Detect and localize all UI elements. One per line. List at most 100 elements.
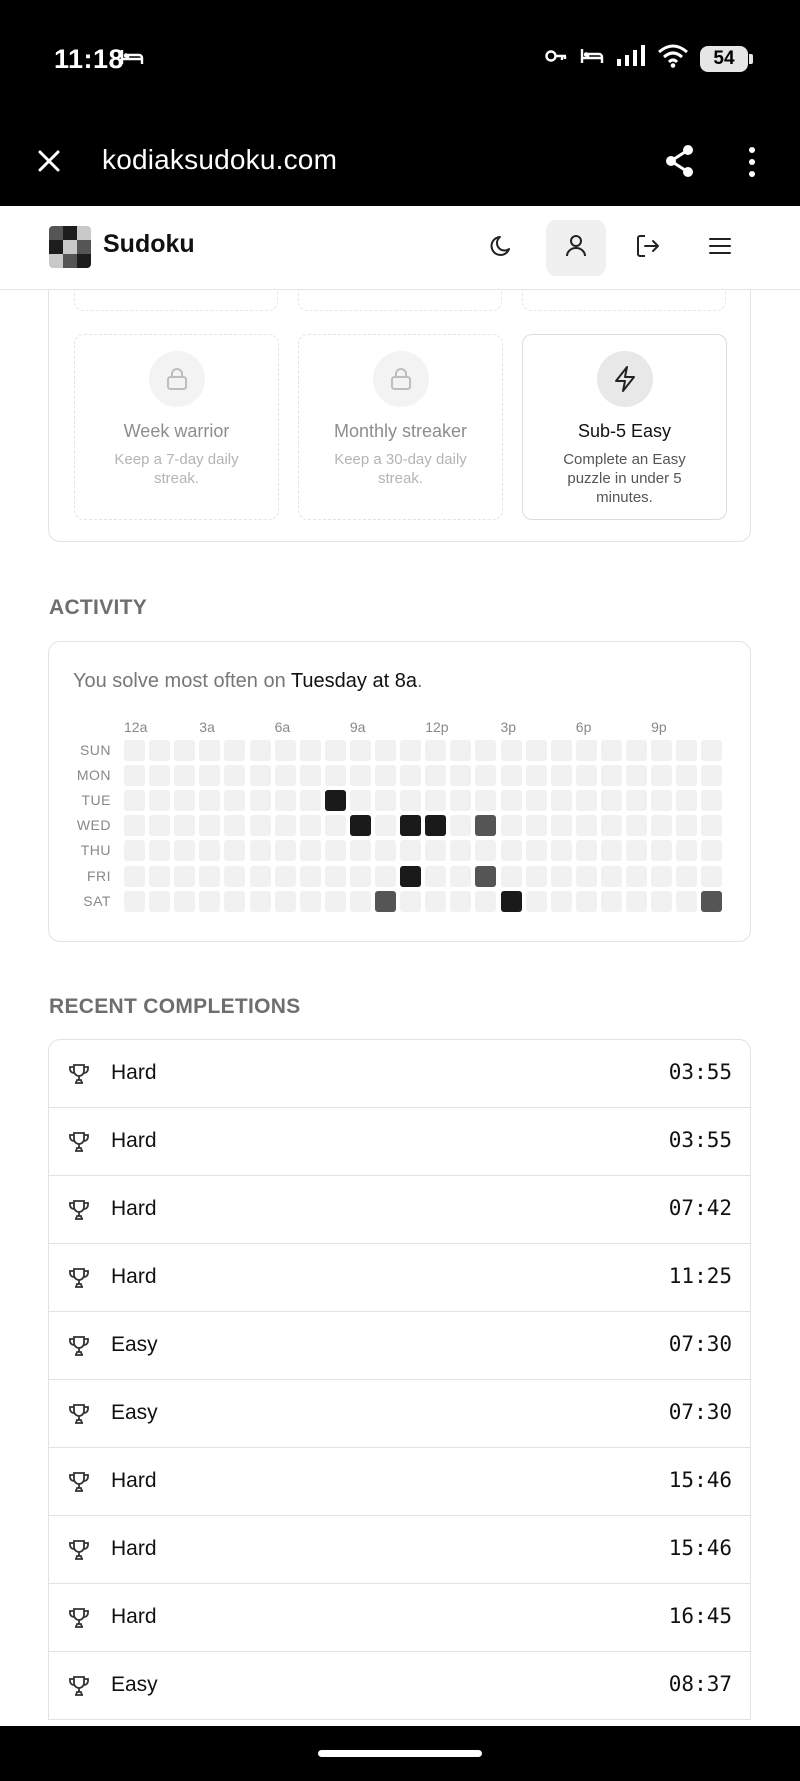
completion-row[interactable]: Easy 08:37 (49, 1652, 750, 1720)
heatmap-cell (550, 765, 572, 787)
achievement-description: Keep a 7-day daily streak. (114, 451, 239, 487)
heatmap-cell (375, 790, 396, 812)
achievement-description: Keep a 30-day daily streak. (334, 451, 467, 487)
heatmap-cell (224, 790, 246, 812)
completion-row[interactable]: Hard 15:46 (49, 1516, 750, 1584)
heatmap-cell (199, 790, 221, 812)
heatmap-cell (550, 865, 572, 887)
completion-row[interactable]: Hard 16:45 (49, 1584, 750, 1652)
heatmap-cell (174, 740, 196, 761)
completion-row[interactable]: Hard 15:46 (49, 1448, 750, 1516)
activity-summary: You solve most often on Tuesday at 8a. (73, 670, 423, 693)
heatmap-cell (249, 890, 271, 912)
heatmap-cell (701, 740, 723, 761)
heatmap-cell (575, 890, 597, 912)
heatmap-cell (199, 740, 221, 761)
profile-button[interactable] (546, 220, 606, 276)
logout-button[interactable] (618, 220, 678, 276)
heatmap-cell (400, 815, 422, 837)
heatmap-cell (174, 765, 196, 787)
heatmap-cell (475, 840, 497, 862)
heatmap-cell (299, 815, 321, 837)
completion-difficulty: Easy (111, 1333, 158, 1356)
heatmap-cell (349, 890, 371, 912)
heatmap-cell (450, 790, 472, 812)
heatmap-cell (626, 790, 647, 812)
heatmap-cell (124, 890, 145, 912)
trophy-icon (67, 1334, 91, 1358)
status-icons: 54 (544, 44, 753, 73)
heatmap-cell (349, 740, 371, 761)
trophy-icon (67, 1198, 91, 1222)
heatmap-cell (500, 890, 522, 912)
heatmap-cell (299, 890, 321, 912)
navigation-bar (0, 1726, 800, 1781)
heatmap-cell (349, 865, 371, 887)
more-vertical-icon[interactable] (744, 146, 760, 178)
hour-label: 6p (575, 719, 592, 735)
heatmap-cell (550, 840, 572, 862)
site-title[interactable]: Sudoku (103, 230, 195, 259)
heatmap-cell (701, 840, 723, 862)
heatmap-cell (475, 765, 497, 787)
close-icon[interactable] (34, 146, 64, 176)
heatmap-cell (626, 740, 647, 761)
day-label: TUE (81, 792, 111, 809)
hour-label: 9p (651, 719, 667, 735)
heatmap-cell (224, 815, 246, 837)
heatmap-cell (651, 840, 673, 862)
completion-time: 16:45 (668, 1604, 732, 1628)
heatmap-cell (626, 865, 647, 887)
status-bar: 11:18 54 (0, 0, 800, 120)
browser-url[interactable]: kodiaksudoku.com (102, 144, 337, 176)
heatmap-cell (324, 840, 346, 862)
completion-time: 15:46 (668, 1536, 732, 1560)
heatmap-cell (274, 840, 296, 862)
heatmap-cell (600, 815, 622, 837)
hour-label: 6a (274, 719, 291, 735)
bed-icon (580, 47, 604, 70)
trophy-icon (67, 1402, 91, 1426)
menu-button[interactable] (690, 220, 750, 276)
lock-icon (148, 351, 205, 407)
heatmap-cell (600, 740, 622, 761)
dark-mode-button[interactable] (472, 220, 532, 276)
heatmap-cell (124, 765, 145, 787)
heatmap-cell (651, 765, 673, 787)
sudoku-logo-icon[interactable] (49, 226, 91, 268)
heatmap-cell (550, 815, 572, 837)
bed-icon (120, 48, 144, 71)
heatmap-cell (174, 890, 196, 912)
completion-row[interactable]: Hard 03:55 (49, 1108, 750, 1176)
share-icon[interactable] (664, 144, 696, 178)
heatmap-cell (425, 890, 447, 912)
heatmap-cell (525, 765, 547, 787)
activity-summary-suffix: . (416, 670, 423, 692)
completion-row[interactable]: Hard 03:55 (49, 1040, 750, 1108)
heatmap-cell (600, 765, 622, 787)
heatmap-cell (224, 765, 246, 787)
heatmap-cell (274, 890, 296, 912)
heatmap-cell (701, 790, 723, 812)
completion-difficulty: Hard (111, 1605, 157, 1628)
heatmap-cell (299, 790, 321, 812)
trophy-icon (67, 1130, 91, 1154)
heatmap-cell (425, 790, 447, 812)
day-label: SUN (79, 742, 111, 758)
completion-row[interactable]: Easy 07:30 (49, 1312, 750, 1380)
completion-row[interactable]: Hard 07:42 (49, 1176, 750, 1244)
signal-icon (616, 45, 646, 72)
day-label: WED (76, 817, 111, 834)
completion-row[interactable]: Easy 07:30 (49, 1380, 750, 1448)
heatmap-cell (651, 740, 673, 761)
heatmap-cell (375, 890, 396, 912)
site-header: Sudoku (0, 206, 800, 290)
heatmap-cell (149, 815, 171, 837)
heatmap-cell (525, 890, 547, 912)
heatmap-cell (676, 890, 698, 912)
heatmap-cell (324, 890, 346, 912)
heatmap-cell (124, 865, 145, 887)
home-gesture-handle[interactable] (318, 1750, 482, 1757)
heatmap-cell (525, 865, 547, 887)
completion-row[interactable]: Hard 11:25 (49, 1244, 750, 1312)
